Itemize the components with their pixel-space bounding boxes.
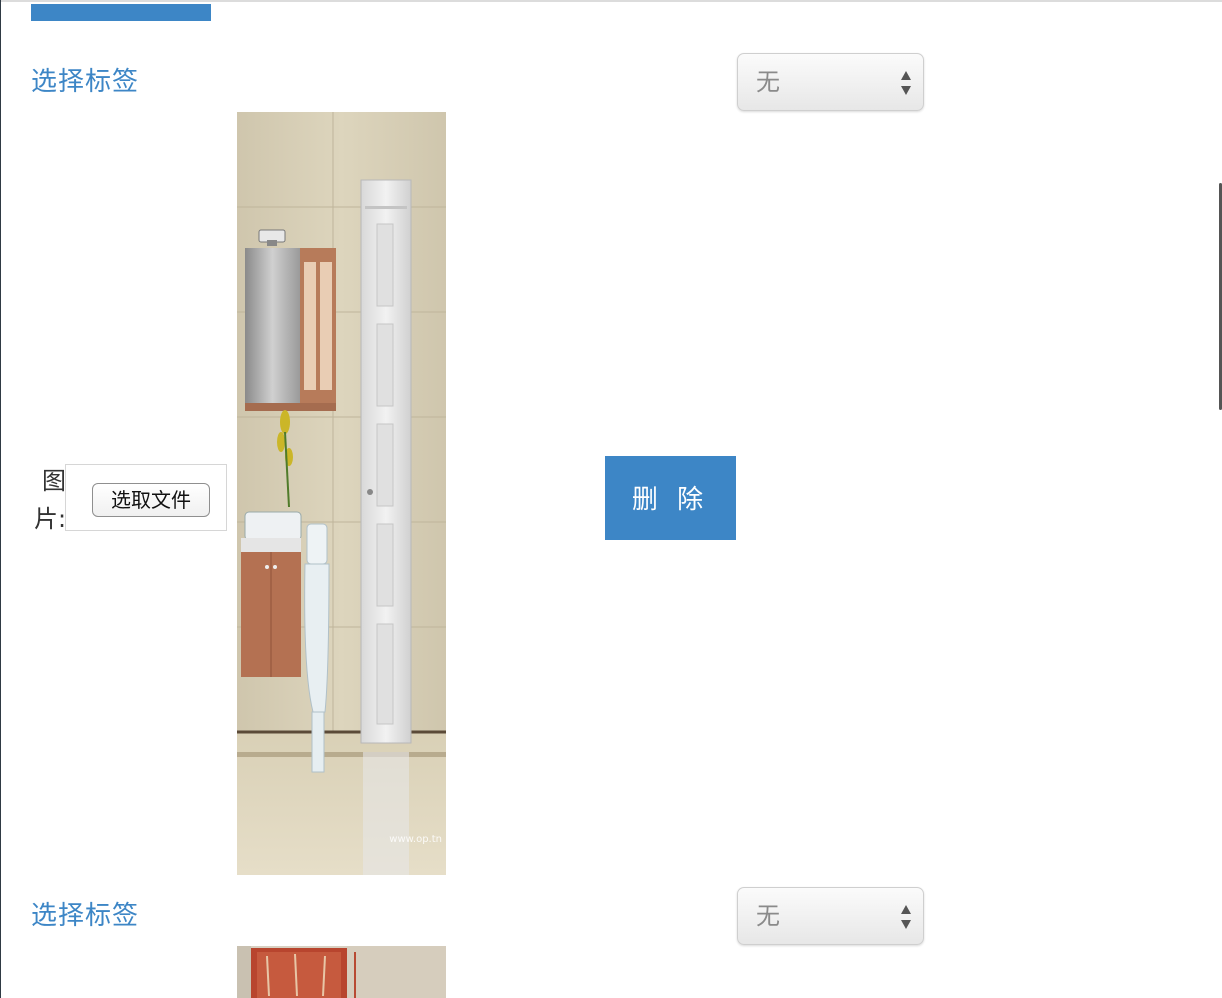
file-input-box: 选取文件 [65,464,227,531]
image-label: 图片: [34,467,67,533]
page: 选择标签 无 图片: 选取文件 www.op.tn 删 除 选择标签 无 [0,0,1222,998]
tag-select[interactable]: 无 [737,53,924,111]
tag-select-value: 无 [756,902,780,930]
tag-select-value: 无 [756,68,780,96]
bathroom-photo-drawing: www.op.tn [237,112,446,875]
bathroom-photo: www.op.tn [237,112,446,875]
tag-label: 选择标签 [31,901,140,931]
top-divider [0,0,1222,2]
photo-watermark: www.op.tn [389,834,442,845]
tag-select[interactable]: 无 [737,887,924,945]
left-edge [0,0,1,998]
second-photo [237,946,446,998]
choose-file-button[interactable]: 选取文件 [92,483,210,517]
delete-button[interactable]: 删 除 [605,456,736,540]
select-arrows-icon [901,71,911,95]
second-photo-drawing [237,946,446,998]
select-arrows-icon [901,905,911,929]
tag-label: 选择标签 [31,67,140,97]
top-tab-indicator [31,4,211,21]
